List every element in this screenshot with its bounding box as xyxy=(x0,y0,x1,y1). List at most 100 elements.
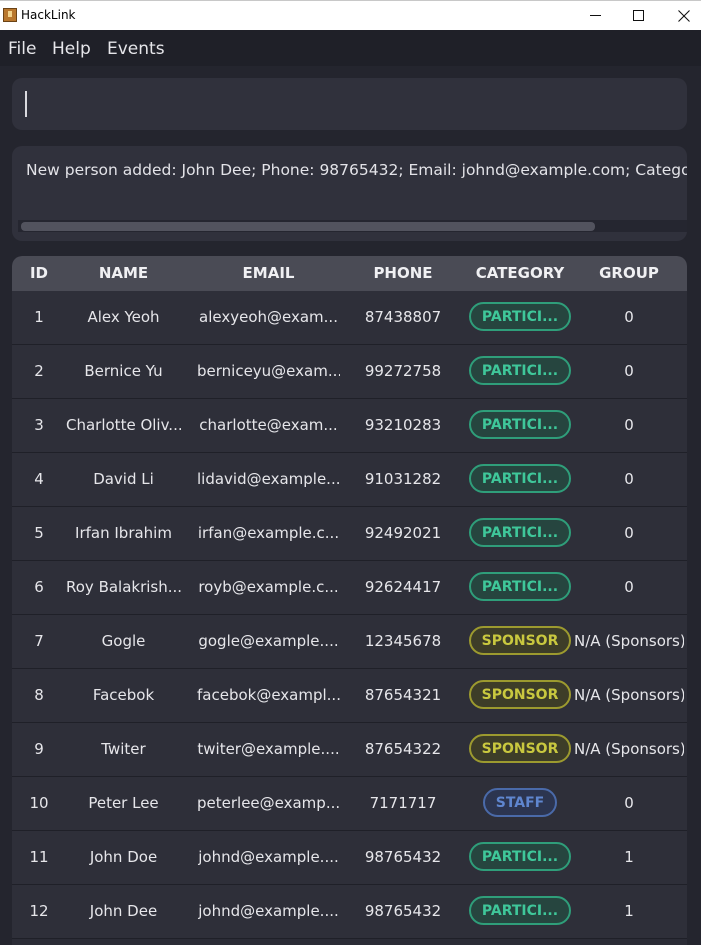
cell-group: 0 xyxy=(624,794,634,812)
cell-category: PARTICI... xyxy=(464,453,576,506)
maximize-button[interactable] xyxy=(615,1,661,30)
cell-id: 10 xyxy=(29,794,49,812)
cell-phone: 93210283 xyxy=(364,416,442,434)
cell-category: PARTICI... xyxy=(464,291,576,344)
header-group[interactable]: GROUP xyxy=(574,256,684,291)
cell-group: N/A (Sponsors) xyxy=(574,740,684,758)
cell-name: Charlotte Oliv... xyxy=(66,416,181,434)
cell-phone: 91031282 xyxy=(364,470,442,488)
cell-name: Twiter xyxy=(101,740,146,758)
cell-phone: 99272758 xyxy=(364,362,442,380)
cell-category: PARTICI... xyxy=(464,345,576,398)
table-body: 1 Alex Yeoh alexyeoh@exam... 87438807 PARTIC… xyxy=(12,291,687,939)
cell-group: 0 xyxy=(624,416,634,434)
cell-group: 0 xyxy=(624,308,634,326)
cell-email: facebok@exampl... xyxy=(197,686,340,704)
cell-category: PARTICI... xyxy=(464,831,576,884)
table-row[interactable]: 4 David Li lidavid@example... 91031282 PARTI… xyxy=(12,453,687,507)
table-row[interactable]: 5 Irfan Ibrahim irfan@example.c... 92492021… xyxy=(12,507,687,561)
cell-name: Facebok xyxy=(92,686,155,704)
category-badge: PARTICI... xyxy=(468,301,572,331)
cell-id: 11 xyxy=(29,848,49,866)
category-badge: PARTICI... xyxy=(468,517,572,547)
cell-id: 1 xyxy=(34,308,44,326)
cell-phone: 98765432 xyxy=(364,848,442,866)
person-table: ID NAME EMAIL PHONE CATEGORY GROUP 1 Alex… xyxy=(12,256,687,945)
table-row[interactable]: 9 Twiter twiter@example.... 87654322 SPONSOR… xyxy=(12,723,687,777)
cell-name: Alex Yeoh xyxy=(87,308,160,326)
menu-events[interactable]: Events xyxy=(107,39,165,59)
table-row[interactable]: 7 Gogle gogle@example.... 12345678 SPONSOR N/… xyxy=(12,615,687,669)
cell-id: 12 xyxy=(29,902,49,920)
cell-phone: 7171717 xyxy=(369,794,437,812)
horizontal-scrollbar[interactable] xyxy=(18,220,687,232)
close-button[interactable] xyxy=(661,1,701,30)
cell-group: N/A (Sponsors) xyxy=(574,686,684,704)
cell-phone: 92624417 xyxy=(364,578,442,596)
minimize-icon xyxy=(589,15,601,16)
cell-category: SPONSOR xyxy=(464,669,576,722)
cell-email: peterlee@examp... xyxy=(197,794,340,812)
cell-name: Roy Balakrish... xyxy=(66,578,181,596)
header-category[interactable]: CATEGORY xyxy=(464,256,576,291)
cell-phone: 12345678 xyxy=(364,632,442,650)
cell-category: STAFF xyxy=(464,777,576,830)
cell-email: berniceyu@exam... xyxy=(197,362,340,380)
cell-id: 2 xyxy=(34,362,44,380)
cell-name: John Doe xyxy=(89,848,158,866)
window-title: HackLink xyxy=(21,8,76,22)
cell-group: 1 xyxy=(624,848,634,866)
cell-category: SPONSOR xyxy=(464,615,576,668)
category-badge: PARTICI... xyxy=(468,409,572,439)
command-input[interactable] xyxy=(12,78,687,130)
category-badge: PARTICI... xyxy=(468,463,572,493)
cell-category: PARTICI... xyxy=(464,399,576,452)
cell-name: Peter Lee xyxy=(88,794,159,812)
header-phone[interactable]: PHONE xyxy=(358,256,448,291)
menu-file[interactable]: File xyxy=(8,39,36,59)
close-icon xyxy=(678,9,690,22)
table-row[interactable]: 6 Roy Balakrish... royb@example.c... 926244… xyxy=(12,561,687,615)
menu-help[interactable]: Help xyxy=(52,39,91,59)
maximize-icon xyxy=(632,10,644,21)
table-row[interactable]: 1 Alex Yeoh alexyeoh@exam... 87438807 PARTIC… xyxy=(12,291,687,345)
scrollbar-thumb[interactable] xyxy=(21,222,595,231)
table-row[interactable]: 3 Charlotte Oliv... charlotte@exam... 93210… xyxy=(12,399,687,453)
table-row[interactable]: 12 John Dee johnd@example.... 98765432 PARTI… xyxy=(12,885,687,939)
header-name[interactable]: NAME xyxy=(66,256,181,291)
table-row[interactable]: 2 Bernice Yu berniceyu@exam... 99272758 PART… xyxy=(12,345,687,399)
cell-category: PARTICI... xyxy=(464,885,576,938)
cell-email: lidavid@example... xyxy=(197,470,340,488)
table-row[interactable]: 11 John Doe johnd@example.... 98765432 PARTI… xyxy=(12,831,687,885)
minimize-button[interactable] xyxy=(572,1,618,30)
table-row[interactable]: 8 Facebok facebok@exampl... 87654321 SPONSOR… xyxy=(12,669,687,723)
cell-category: PARTICI... xyxy=(464,561,576,614)
cell-id: 4 xyxy=(34,470,44,488)
title-bar: HackLink xyxy=(0,0,701,30)
cell-group: 0 xyxy=(624,470,634,488)
table-row[interactable]: 10 Peter Lee peterlee@examp... 7171717 STAFF… xyxy=(12,777,687,831)
text-caret xyxy=(25,91,27,117)
cell-name: David Li xyxy=(93,470,154,488)
cell-category: PARTICI... xyxy=(464,507,576,560)
header-id[interactable]: ID xyxy=(12,256,66,291)
cell-name: Irfan Ibrahim xyxy=(75,524,172,542)
category-badge: STAFF xyxy=(482,787,558,817)
cell-email: twiter@example.... xyxy=(197,740,340,758)
category-badge: PARTICI... xyxy=(468,895,572,925)
cell-group: 1 xyxy=(624,902,634,920)
cell-group: 0 xyxy=(624,524,634,542)
category-badge: SPONSOR xyxy=(468,625,572,655)
menu-bar: File Help Events xyxy=(0,30,701,66)
header-email[interactable]: EMAIL xyxy=(197,256,340,291)
cell-phone: 98765432 xyxy=(364,902,442,920)
cell-category: SPONSOR xyxy=(464,723,576,776)
category-badge: PARTICI... xyxy=(468,571,572,601)
cell-email: royb@example.c... xyxy=(198,578,339,596)
cell-phone: 87654322 xyxy=(364,740,442,758)
category-badge: SPONSOR xyxy=(468,679,572,709)
cell-group: 0 xyxy=(624,578,634,596)
cell-name: Bernice Yu xyxy=(84,362,163,380)
cell-phone: 87438807 xyxy=(364,308,442,326)
category-badge: PARTICI... xyxy=(468,841,572,871)
